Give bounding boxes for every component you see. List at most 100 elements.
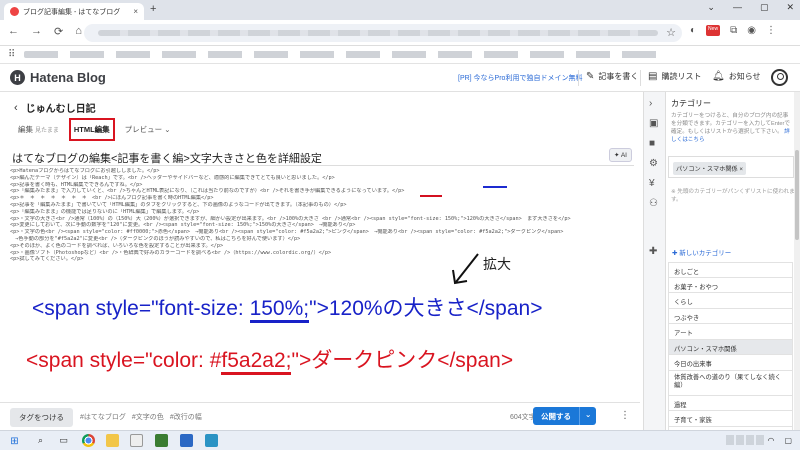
category-item[interactable]: お菓子・おやつ (668, 277, 793, 293)
reading-list-label: 購読リスト (661, 72, 702, 81)
category-item[interactable]: 過程 (668, 395, 793, 411)
tab-html-edit[interactable]: HTML編集 (68, 118, 115, 141)
add-icon[interactable]: ✚ (649, 246, 657, 257)
publish-button-group: 公開する ⌄ (533, 407, 597, 425)
back-icon[interactable]: ← (8, 25, 19, 38)
bookmark-star-icon[interactable]: ☆ (666, 26, 676, 39)
close-window-button[interactable]: ✕ (786, 2, 794, 13)
category-description: カテゴリーをつけると、自分のブログ内の記事を分類できます。カテゴリーを入力してE… (671, 112, 793, 144)
code-line: <p>記事を「編集みたまま」で書いていて「HTML編集」のタブをクリックすると、… (10, 201, 347, 208)
html-code-editor[interactable]: <p>Hatenaブログからはてなブログにお引越ししました。</p> <p>編んだ… (10, 168, 634, 294)
notifications-button[interactable]: 🔔︎ お知らせ (712, 71, 761, 82)
gear-icon[interactable]: ⚙ (649, 158, 658, 169)
category-item[interactable]: 子育て・家族 (668, 411, 793, 427)
blurred-clock (726, 435, 766, 445)
app-icon[interactable] (205, 434, 218, 447)
extension-icons: ◐ New ⧉ ◉ ⋮ (690, 25, 776, 36)
more-options-icon[interactable]: ⋮ (620, 410, 630, 421)
extension-new-badge[interactable]: New (706, 25, 721, 36)
new-tab-button[interactable]: + (150, 3, 156, 15)
folder-icon[interactable]: ■ (649, 138, 655, 149)
tag-item[interactable]: #文字の色 (132, 412, 164, 422)
app-icon[interactable] (130, 434, 143, 447)
category-item[interactable]: パソコン・スマホ関係 (668, 339, 793, 355)
window-controls: ⌄ — ▢ ✕ (707, 2, 794, 13)
zoom2-highlight: f5a2a2; (221, 349, 292, 375)
code-line: <p>試してみてください。</p> (10, 256, 84, 263)
blog-header: ‹ じゅんむし日記 (14, 100, 96, 116)
people-icon[interactable]: ⚇ (649, 198, 658, 209)
notification-icon[interactable]: ▢ (784, 436, 792, 445)
task-view-icon[interactable]: ▭ (57, 434, 70, 447)
reload-icon[interactable]: ⟳ (54, 25, 63, 38)
write-article-label: 記事を書く (598, 72, 639, 81)
tab-preview[interactable]: プレビュー ⌄ (125, 124, 171, 135)
tab-close-icon[interactable]: × (133, 7, 138, 16)
puzzle-icon[interactable]: ⧉ (730, 25, 737, 36)
category-item[interactable]: 体質改善への道のり（果てしなく続く編） (668, 370, 793, 396)
code-underline-red (420, 195, 442, 197)
code-line: <p>＊ ＊ ＊ ＊ ＊ ＊ ＊ <br />にほんブログ記事を書く時のHTML… (10, 195, 214, 202)
write-article-button[interactable]: ✎ 記事を書く (586, 71, 638, 82)
promo-link[interactable]: [PR] 今ならPro利用で独自ドメイン無料 (458, 73, 582, 83)
reading-list-button[interactable]: ▤ 購読リスト (648, 71, 701, 82)
windows-start-icon[interactable]: ⊞ (8, 435, 21, 448)
user-avatar-icon[interactable] (771, 69, 788, 86)
app-icon[interactable] (155, 434, 168, 447)
hatena-logo[interactable]: H Hatena Blog (10, 70, 106, 85)
chrome-icon[interactable] (82, 434, 95, 447)
category-item[interactable]: くらし (668, 293, 793, 309)
title-field[interactable]: はてなブログの編集<記事を書く編>文字大きさと色を詳細設定 ✦ AI (10, 146, 634, 166)
category-item[interactable]: 今日の出来事 (668, 355, 793, 371)
pencil-icon: ✎ (586, 71, 595, 82)
tab-title: ブログ記事編集 - はてなブログ (23, 8, 121, 16)
category-list: おしごと お菓子・おやつ くらし つぶやき アート パソコン・スマホ関係 今日の出来事 体質改… (668, 262, 793, 430)
zoom1-highlight: 150%; (249, 297, 310, 323)
publish-dropdown-icon[interactable]: ⌄ (580, 407, 596, 425)
bookmarks-bar: ⠿ (0, 46, 800, 64)
maximize-button[interactable]: ▢ (760, 2, 769, 13)
collapse-chevron-icon[interactable]: › (649, 98, 652, 109)
publish-button[interactable]: 公開する (533, 407, 580, 425)
hatena-logo-text: Hatena Blog (30, 70, 106, 85)
add-tag-button[interactable]: タグをつける (10, 408, 73, 427)
search-icon[interactable]: ⌕ (34, 434, 47, 447)
yen-icon[interactable]: ¥ (649, 178, 655, 189)
url-bar[interactable]: ☆ (84, 24, 682, 42)
image-icon[interactable]: ▣ (649, 118, 658, 129)
tab-wysiwyg-sub: 見たまま (35, 128, 59, 134)
profile-icon[interactable]: ◉ (747, 25, 756, 36)
forward-icon[interactable]: → (31, 25, 42, 38)
browser-tab-bar: ブログ記事編集 - はてなブログ × + ⌄ — ▢ ✕ (0, 0, 800, 20)
category-item[interactable]: つぶやき (668, 308, 793, 324)
category-item[interactable]: アート (668, 324, 793, 340)
ai-button[interactable]: ✦ AI (608, 148, 632, 162)
wifi-icon[interactable]: ◠ (767, 436, 774, 445)
menu-icon[interactable]: ⋮ (766, 25, 776, 36)
zoom1-before: <span style="font-size: (32, 297, 250, 320)
tag-item[interactable]: #はてなブログ (80, 412, 126, 422)
file-explorer-icon[interactable] (106, 434, 119, 447)
apps-grid-icon[interactable]: ⠿ (8, 49, 15, 60)
minimize-button[interactable]: — (733, 2, 742, 13)
new-category-link[interactable]: ✚ 新しいカテゴリー (672, 247, 731, 257)
editor-mode-tabs: 編集 見たまま HTML編集 プレビュー ⌄ (18, 118, 171, 141)
extension-icon[interactable]: ◐ (690, 25, 696, 36)
zoomed-code-font-size: <span style="font-size: 150%;">120%の大きさ<… (32, 292, 542, 323)
category-description-text: カテゴリーをつけると、自分のブログ内の記事を分類できます。カテゴリーを入力してE… (671, 113, 790, 135)
app-icon[interactable] (180, 434, 193, 447)
zoom2-after: ">ダークピンク</span> (291, 349, 514, 372)
selected-category-chip[interactable]: パソコン・スマホ関係 × (673, 162, 747, 175)
system-tray: ◠ ▢ (767, 436, 792, 445)
category-input[interactable]: パソコン・スマホ関係 × (668, 156, 794, 178)
category-scrollbar[interactable] (794, 92, 800, 430)
category-scroll-thumb[interactable] (795, 150, 799, 240)
category-item[interactable]: おしごと (668, 262, 793, 278)
tab-wysiwyg[interactable]: 編集 見たまま (18, 124, 59, 135)
back-chevron-icon[interactable]: ‹ (14, 102, 18, 114)
category-note: ※ 先頭のカテゴリーがパンくずリストに使われます。 (671, 189, 795, 203)
browser-tab[interactable]: ブログ記事編集 - はてなブログ × (4, 3, 144, 20)
home-icon[interactable]: ⌂ (75, 25, 82, 38)
tag-item[interactable]: #改行の幅 (170, 412, 202, 422)
tab-search-icon[interactable]: ⌄ (707, 2, 715, 13)
